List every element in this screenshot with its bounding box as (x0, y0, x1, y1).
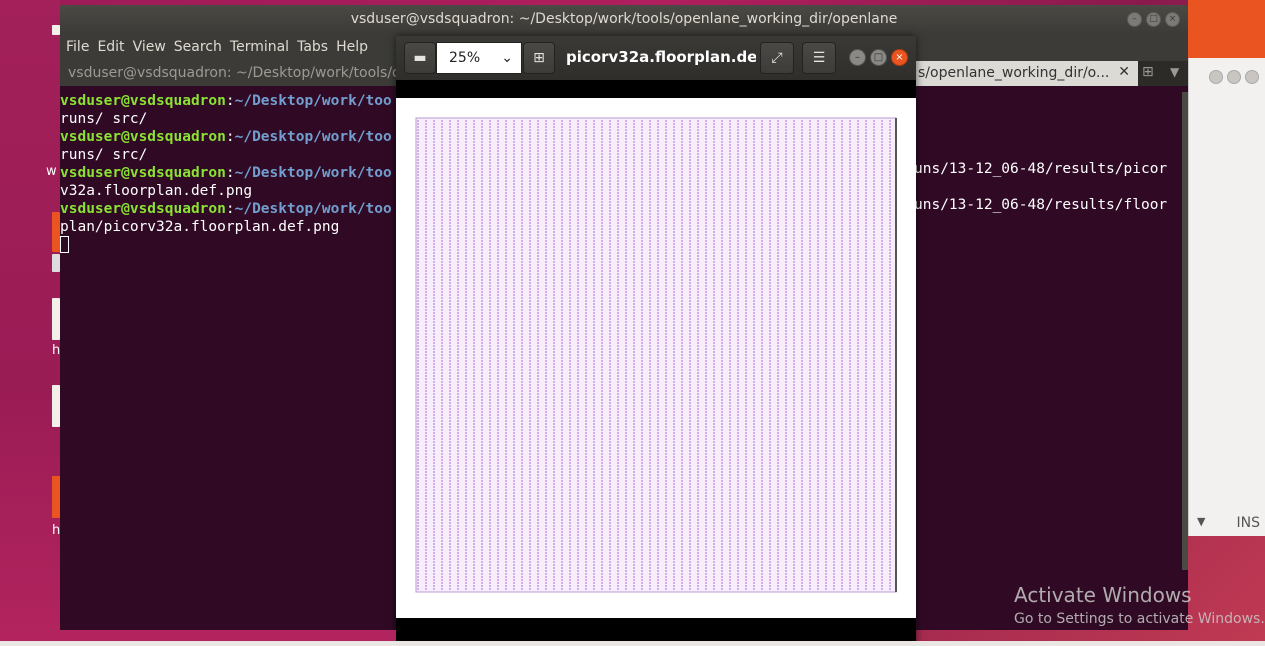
minimize-button[interactable]: – (849, 49, 866, 66)
background-window-orange (1188, 0, 1265, 58)
scrollbar[interactable] (1182, 92, 1188, 570)
desktop-file-icon[interactable] (52, 212, 60, 252)
chevron-down-icon: ⌄ (501, 50, 513, 66)
desktop-file-icon[interactable] (52, 254, 60, 272)
image-viewer-window[interactable]: ▬ 25% ⌄ ⊞ picorv32a.floorplan.def.... ⤢ ☰… (396, 36, 916, 646)
desktop-file-icon[interactable] (52, 298, 60, 340)
desktop-file-icon[interactable] (52, 476, 60, 518)
prompt-path: ~/Desktop/work/too (234, 129, 392, 145)
plus-icon: ⊞ (533, 50, 545, 66)
maximize-button[interactable]: □ (870, 49, 887, 66)
watermark-subtitle: Go to Settings to activate Windows. (1014, 611, 1265, 627)
viewer-title: picorv32a.floorplan.def.... (566, 48, 756, 66)
prompt-user: vsduser@vsdsquadron (60, 129, 226, 145)
tab-terminal-1[interactable]: vsduser@vsdsquadron: ~/Desktop/work/tool… (60, 61, 400, 86)
window-controls: – □ × (849, 49, 908, 66)
close-button[interactable]: × (1165, 12, 1180, 27)
menu-edit[interactable]: Edit (95, 34, 130, 61)
desktop-icon-label: w (46, 164, 57, 179)
close-button[interactable] (1245, 70, 1259, 84)
prompt-user: vsduser@vsdsquadron (60, 93, 226, 109)
prompt-path: ~/Desktop/work/too (234, 93, 392, 109)
prompt-user: vsduser@vsdsquadron (60, 165, 226, 181)
menu-tabs[interactable]: Tabs (295, 34, 334, 61)
menu-help[interactable]: Help (334, 34, 374, 61)
status-bar: ▼ INS (1189, 509, 1265, 536)
terminal-line: uns/13-12_06-48/results/floor (914, 197, 1168, 213)
terminal-titlebar[interactable]: vsduser@vsdsquadron: ~/Desktop/work/tool… (60, 5, 1188, 34)
new-tab-icon[interactable]: ⊞ (1142, 64, 1154, 80)
close-icon[interactable]: ✕ (1118, 64, 1130, 80)
menu-view[interactable]: View (131, 34, 172, 61)
tab-label: s/openlane_working_dir/o... (918, 65, 1110, 81)
chevron-down-icon[interactable]: ▼ (1197, 515, 1205, 528)
terminal-output-right: uns/13-12_06-48/results/picor uns/13-12_… (914, 160, 1167, 214)
desktop-icon-label: h (52, 343, 61, 358)
hamburger-icon: ☰ (812, 50, 826, 66)
background-window[interactable]: ▼ INS (1188, 58, 1265, 536)
prompt-path: ~/Desktop/work/too (234, 165, 392, 181)
taskbar (0, 641, 1265, 646)
prompt-sep: : (225, 201, 235, 217)
desktop-file-icon[interactable] (52, 385, 60, 427)
text-cursor (60, 236, 69, 253)
zoom-select[interactable]: 25% ⌄ (436, 42, 522, 74)
menu-terminal[interactable]: Terminal (228, 34, 295, 61)
floorplan-image (415, 117, 897, 593)
menu-button[interactable]: ☰ (802, 42, 836, 74)
viewer-headerbar[interactable]: ▬ 25% ⌄ ⊞ picorv32a.floorplan.def.... ⤢ ☰… (396, 36, 916, 80)
desktop-file-icon[interactable] (52, 25, 60, 35)
menu-search[interactable]: Search (172, 34, 228, 61)
desktop-background: w h h (0, 0, 60, 646)
maximize-button[interactable] (1227, 70, 1241, 84)
zoom-value: 25% (449, 50, 481, 66)
prompt-user: vsduser@vsdsquadron (60, 201, 226, 217)
close-button[interactable]: × (891, 49, 908, 66)
terminal-line: uns/13-12_06-48/results/picor (914, 161, 1168, 177)
activation-watermark: Activate Windows Go to Settings to activ… (1014, 583, 1265, 627)
fullscreen-button[interactable]: ⤢ (760, 42, 794, 74)
minus-icon: ▬ (413, 50, 427, 66)
chevron-down-icon[interactable]: ▼ (1170, 65, 1179, 79)
minimize-button[interactable]: – (1127, 12, 1142, 27)
insert-mode-label: INS (1236, 515, 1261, 531)
zoom-out-button[interactable]: ▬ (404, 42, 436, 74)
maximize-button[interactable]: □ (1146, 12, 1161, 27)
window-controls (1209, 70, 1259, 84)
floorplan-core (415, 117, 897, 593)
tab-terminal-2[interactable]: s/openlane_working_dir/o... ✕ (910, 61, 1138, 86)
menu-file[interactable]: File (64, 34, 95, 61)
tab-label: vsduser@vsdsquadron: ~/Desktop/work/tool… (68, 65, 400, 81)
prompt-sep: : (225, 165, 235, 181)
expand-icon: ⤢ (771, 50, 783, 66)
prompt-path: ~/Desktop/work/too (234, 201, 392, 217)
desktop-background (0, 630, 396, 641)
window-title: vsduser@vsdsquadron: ~/Desktop/work/tool… (350, 11, 898, 27)
prompt-sep: : (225, 129, 235, 145)
desktop-icon-label: h (52, 523, 61, 538)
window-controls: – □ × (1127, 12, 1180, 27)
image-canvas[interactable] (396, 98, 916, 618)
zoom-in-button[interactable]: ⊞ (523, 42, 555, 74)
minimize-button[interactable] (1209, 70, 1223, 84)
watermark-title: Activate Windows (1014, 583, 1192, 607)
prompt-sep: : (225, 93, 235, 109)
